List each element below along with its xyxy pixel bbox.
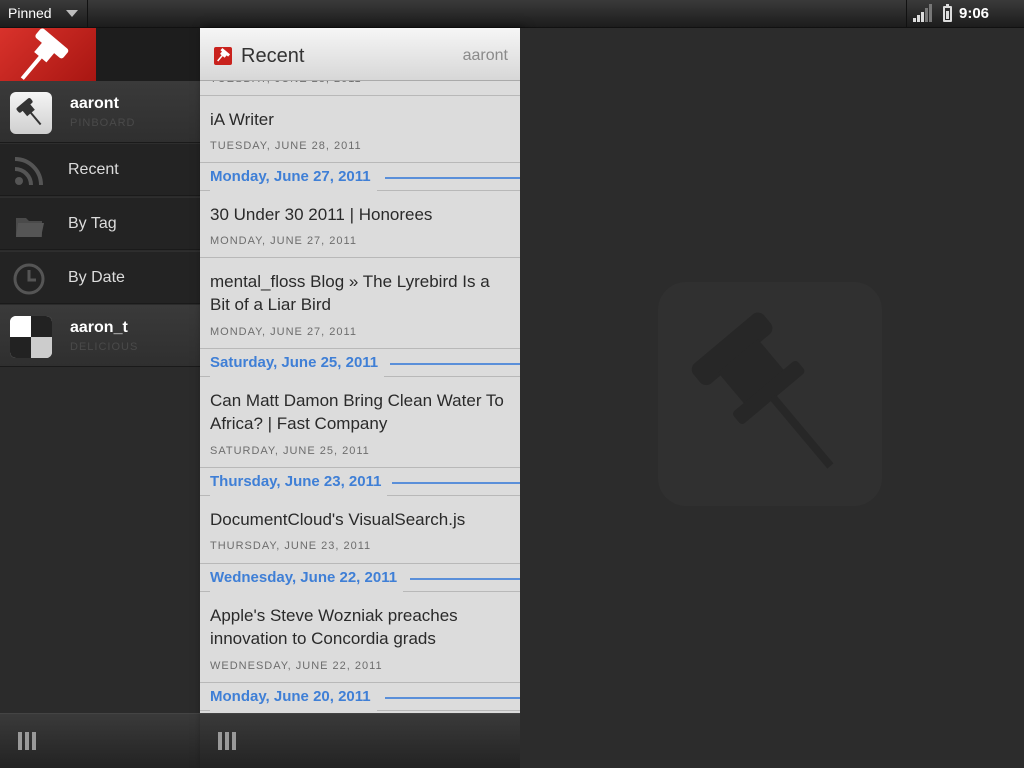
chevron-down-icon	[66, 10, 78, 17]
list-item-title: 30 Under 30 2011 | Honorees	[210, 205, 433, 224]
pushpin-watermark-icon	[658, 282, 882, 506]
date-separator: Saturday, June 25, 2011	[200, 349, 520, 377]
date-separator: Monday, June 27, 2011	[200, 163, 520, 191]
folder-icon	[16, 218, 44, 237]
list-item[interactable]: Can Matt Damon Bring Clean Water To Afri…	[200, 377, 520, 468]
bookmark-list-panel: Recent aaront TUESDAY, JUNE 28, 2011 iA …	[200, 28, 520, 768]
clock-icon	[13, 263, 45, 295]
date-separator-label: Monday, June 20, 2011	[210, 683, 377, 711]
date-separator-label: Monday, June 27, 2011	[210, 163, 377, 191]
nav-item-by-date[interactable]: By Date	[0, 251, 200, 304]
separator-line	[385, 177, 520, 179]
pushpin-avatar-icon	[10, 92, 52, 134]
list-item[interactable]: iA Writer TUESDAY, JUNE 28, 2011	[200, 96, 520, 163]
battery-icon	[943, 4, 952, 22]
list-item[interactable]: mental_floss Blog » The Lyrebird Is a Bi…	[200, 258, 520, 349]
list-item[interactable]: Apple's Steve Wozniak preaches innovatio…	[200, 592, 520, 683]
list-item-date: MONDAY, JUNE 27, 2011	[210, 235, 357, 247]
nav-item-label: Recent	[68, 161, 119, 178]
nav-item-recent[interactable]: Recent	[0, 143, 200, 196]
date-separator: Wednesday, June 22, 2011	[200, 564, 520, 592]
status-bar: Pinned 9:06	[0, 0, 1024, 28]
date-separator: Monday, June 20, 2011	[200, 683, 520, 711]
app-menu[interactable]: Pinned	[0, 0, 88, 27]
list-item-title: mental_floss Blog » The Lyrebird Is a Bi…	[210, 272, 490, 314]
list-item-title: DocumentCloud's VisualSearch.js	[210, 510, 466, 529]
separator-line	[385, 697, 520, 699]
list-item-date: MONDAY, JUNE 27, 2011	[210, 326, 357, 338]
signal-icon	[913, 4, 932, 22]
list-bottom-bar	[200, 713, 520, 768]
account-service: PINBOARD	[70, 117, 136, 129]
list-title: Recent	[241, 45, 305, 67]
list-item-title: iA Writer	[210, 110, 274, 129]
list-item-title: Can Matt Damon Bring Clean Water To Afri…	[210, 391, 504, 433]
separator-line	[392, 482, 520, 484]
list-item-date: TUESDAY, JUNE 28, 2011	[210, 140, 362, 152]
detail-panel	[520, 28, 1024, 768]
clock: 9:06	[959, 5, 990, 22]
pinboard-logo-icon	[214, 47, 232, 65]
account-name: aaron_t	[70, 319, 128, 336]
account-delicious[interactable]: aaron_t DELICIOUS	[0, 305, 200, 367]
date-separator-label: Saturday, June 25, 2011	[210, 349, 385, 377]
separator-line	[410, 578, 520, 580]
accounts-panel: aaront PINBOARD Recent By Tag By Date aa…	[0, 28, 200, 768]
list-item-date: THURSDAY, JUNE 23, 2011	[210, 540, 372, 552]
list-item-date: WEDNESDAY, JUNE 22, 2011	[210, 660, 383, 672]
list-item[interactable]: DocumentCloud's VisualSearch.js THURSDAY…	[200, 496, 520, 564]
account-name: aaront	[70, 95, 119, 112]
delicious-avatar-icon	[10, 316, 52, 358]
nav-item-label: By Tag	[68, 215, 117, 232]
list-username: aaront	[462, 47, 508, 64]
app-menu-label: Pinned	[8, 5, 52, 21]
drag-grip-icon[interactable]	[18, 732, 38, 750]
brand-header	[0, 28, 200, 81]
date-separator-label: Thursday, June 23, 2011	[210, 468, 388, 496]
date-separator: Thursday, June 23, 2011	[200, 468, 520, 496]
account-service: DELICIOUS	[70, 341, 139, 353]
list-item-date: SATURDAY, JUNE 25, 2011	[210, 445, 370, 457]
system-status[interactable]: 9:06	[906, 0, 1024, 27]
left-bottom-bar	[0, 713, 200, 768]
pushpin-logo-icon	[0, 28, 96, 81]
list-item-title: Apple's Steve Wozniak preaches innovatio…	[210, 606, 458, 648]
rss-icon	[14, 157, 43, 186]
separator-line	[390, 363, 520, 365]
nav-item-label: By Date	[68, 269, 125, 286]
date-separator-label: Wednesday, June 22, 2011	[210, 564, 404, 592]
nav-item-by-tag[interactable]: By Tag	[0, 197, 200, 250]
list-header: Recent aaront	[200, 28, 520, 81]
drag-grip-icon[interactable]	[218, 732, 238, 750]
list-item[interactable]: 30 Under 30 2011 | Honorees MONDAY, JUNE…	[200, 191, 520, 258]
account-pinboard[interactable]: aaront PINBOARD	[0, 81, 200, 143]
